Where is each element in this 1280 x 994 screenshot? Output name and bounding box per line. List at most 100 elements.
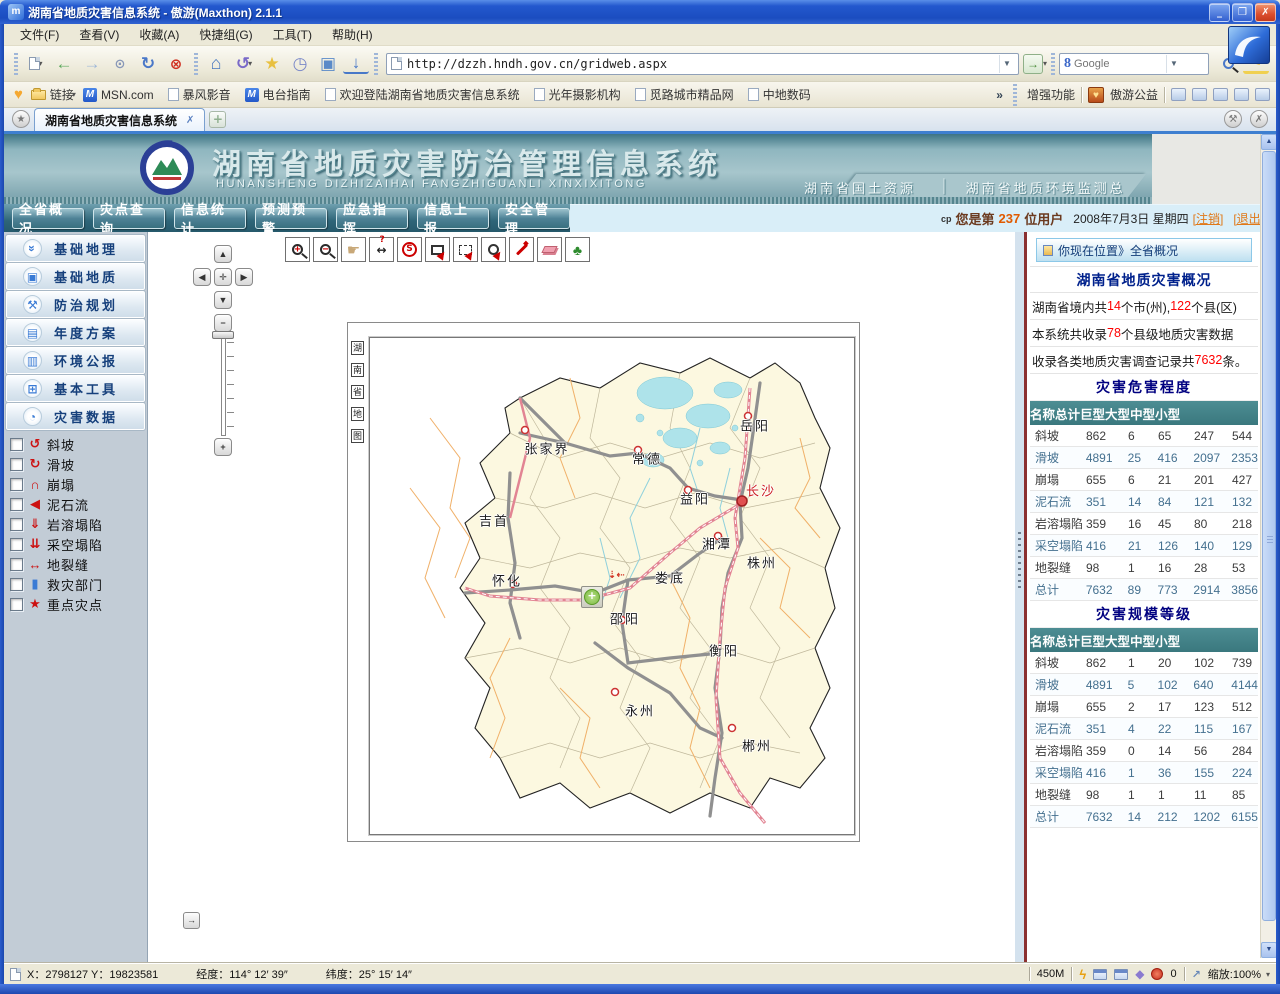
pan-left-button[interactable]: ◀	[193, 268, 211, 286]
search-input[interactable]	[1074, 58, 1166, 70]
go-button[interactable]: →	[1023, 54, 1043, 74]
maxthon-logo[interactable]	[1228, 26, 1270, 64]
layer-checkbox[interactable]	[10, 438, 23, 451]
zoom-slider-track[interactable]	[221, 336, 226, 436]
pan-right-button[interactable]: ▶	[235, 268, 253, 286]
pan-up-button[interactable]: ▲	[214, 245, 232, 263]
select-rect-icon[interactable]	[425, 237, 450, 262]
eraser-icon[interactable]	[537, 237, 562, 262]
url-input[interactable]	[407, 57, 999, 71]
active-tab[interactable]: 湖南省地质灾害信息系统 ✗	[34, 108, 205, 131]
sidebar-menu-item[interactable]: ⚒ 防治规划	[6, 291, 145, 318]
select-polygon-icon[interactable]	[453, 237, 478, 262]
scale-icon[interactable]: S	[397, 237, 422, 262]
link-item[interactable]: 觅路城市精品网	[635, 86, 734, 103]
url-dropdown-icon[interactable]: ▼	[999, 55, 1014, 73]
zoom-resize-icon[interactable]: ↗	[1192, 968, 1201, 981]
tab-tools-icon[interactable]: ⚒	[1224, 110, 1242, 128]
favorites-heart-icon[interactable]: ♥	[14, 86, 23, 103]
sidebar-menu-item[interactable]: » 基础地理	[6, 235, 145, 262]
forward-icon[interactable]: →	[79, 51, 105, 77]
maximize-button[interactable]: ❐	[1232, 3, 1253, 22]
layer-checkbox[interactable]	[10, 538, 23, 551]
scroll-down-icon[interactable]: ▼	[1261, 942, 1277, 958]
tab-star-icon[interactable]: ★	[12, 110, 30, 128]
zoom-in-icon[interactable]: +	[285, 237, 310, 262]
sidebar-menu-item[interactable]: ⊞ 基本工具	[6, 375, 145, 402]
plugin-icon[interactable]: ◆	[1135, 967, 1144, 981]
nav-tab[interactable]: 信息上报	[417, 208, 489, 229]
google-engine-icon[interactable]: 8	[1064, 57, 1071, 71]
link-item[interactable]: M 电台指南	[245, 86, 311, 103]
proxy-icon[interactable]	[1171, 88, 1186, 101]
zoom-slider-thumb[interactable]	[212, 331, 234, 339]
address-bar[interactable]: ▼	[386, 53, 1019, 75]
undo-icon[interactable]: ↺▾	[231, 51, 257, 77]
stop-icon[interactable]: ⊗	[163, 51, 189, 77]
ad-filter-icon[interactable]	[1151, 968, 1163, 980]
go-dropdown-icon[interactable]: ▾	[1043, 59, 1047, 68]
scroll-thumb[interactable]	[1262, 151, 1276, 921]
link-item[interactable]: 光年摄影机构	[534, 86, 621, 103]
menu-item[interactable]: 工具(T)	[263, 24, 322, 45]
nav-tab[interactable]: 安全管理	[498, 208, 570, 229]
layer-checkbox[interactable]	[10, 478, 23, 491]
window-capture-icon[interactable]: ▣	[315, 51, 341, 77]
nav-tab[interactable]: 应急指挥	[336, 208, 408, 229]
link-item[interactable]: M MSN.com	[83, 88, 154, 102]
menu-item[interactable]: 收藏(A)	[129, 24, 189, 45]
new-tab-icon[interactable]: ▾	[23, 51, 49, 77]
popup-blocker-icon[interactable]	[1093, 969, 1107, 980]
charity-label[interactable]: 傲游公益	[1110, 86, 1158, 103]
layer-checkbox[interactable]	[10, 558, 23, 571]
search-dropdown-icon[interactable]: ▼	[1166, 55, 1181, 73]
nav-tab[interactable]: 灾点查询	[93, 208, 165, 229]
history-clock-icon[interactable]: ◷	[287, 51, 313, 77]
link-item[interactable]: 暴风影音	[168, 86, 231, 103]
layer-checkbox[interactable]	[10, 498, 23, 511]
links-folder-icon[interactable]	[31, 90, 46, 100]
menu-item[interactable]: 查看(V)	[69, 24, 129, 45]
link-item[interactable]: 中地数码	[748, 86, 811, 103]
layer-checkbox[interactable]	[10, 598, 23, 611]
draw-line-icon[interactable]	[509, 237, 534, 262]
full-extent-tree-icon[interactable]: ♣	[565, 237, 590, 262]
charity-shield-icon[interactable]: ♥	[1088, 87, 1104, 103]
minimize-button[interactable]: _	[1209, 3, 1230, 22]
menu-item[interactable]: 文件(F)	[10, 24, 69, 45]
layer-checkbox[interactable]	[10, 458, 23, 471]
notes-icon[interactable]	[1213, 88, 1228, 101]
menu-item[interactable]: 快捷组(G)	[189, 24, 262, 45]
tab-closeall-icon[interactable]: ✗	[1250, 110, 1268, 128]
links-folder-label[interactable]: 链接	[50, 86, 74, 103]
nav-tab[interactable]: 信息统计	[174, 208, 246, 229]
pan-down-button[interactable]: ▼	[214, 291, 232, 309]
layer-checkbox[interactable]	[10, 518, 23, 531]
zoom-plus-button[interactable]: +	[214, 438, 232, 456]
window-mode-icon[interactable]	[1192, 88, 1207, 101]
logout-link[interactable]: [注销]	[1193, 210, 1224, 227]
map-locate-button[interactable]	[581, 586, 603, 608]
sidebar-menu-item[interactable]: ◔ 灾害数据	[6, 403, 145, 430]
expand-panel-button[interactable]: →	[183, 912, 200, 929]
link-item[interactable]: 欢迎登陆湖南省地质灾害信息系统	[325, 86, 520, 103]
download-icon[interactable]: ↓	[343, 54, 369, 74]
sidebar-menu-item[interactable]: ▥ 环境公报	[6, 347, 145, 374]
home-icon[interactable]: ⌂	[203, 51, 229, 77]
layer-checkbox[interactable]	[10, 578, 23, 591]
zoom-dropdown-icon[interactable]: ▾	[1266, 970, 1270, 979]
zoom-level[interactable]: 缩放:100%	[1208, 966, 1261, 982]
tab-close-icon[interactable]: ✗	[186, 115, 194, 126]
panel-splitter[interactable]	[1014, 232, 1024, 963]
measure-icon[interactable]: ↔?	[369, 237, 394, 262]
pan-hand-icon[interactable]: ☛	[341, 237, 366, 262]
nav-tab[interactable]: 预测预警	[255, 208, 327, 229]
sidebar-menu-item[interactable]: ▣ 基础地质	[6, 263, 145, 290]
new-tab-button[interactable]: +	[209, 111, 226, 128]
zoom-out-icon[interactable]: −	[313, 237, 338, 262]
sidebar-menu-item[interactable]: ▤ 年度方案	[6, 319, 145, 346]
magic-wand-icon[interactable]: ★	[259, 51, 285, 77]
page-scrollbar[interactable]: ▲ ▼	[1260, 134, 1276, 958]
dropdown-circle-icon[interactable]: ⊙	[107, 51, 133, 77]
select-circle-icon[interactable]	[481, 237, 506, 262]
